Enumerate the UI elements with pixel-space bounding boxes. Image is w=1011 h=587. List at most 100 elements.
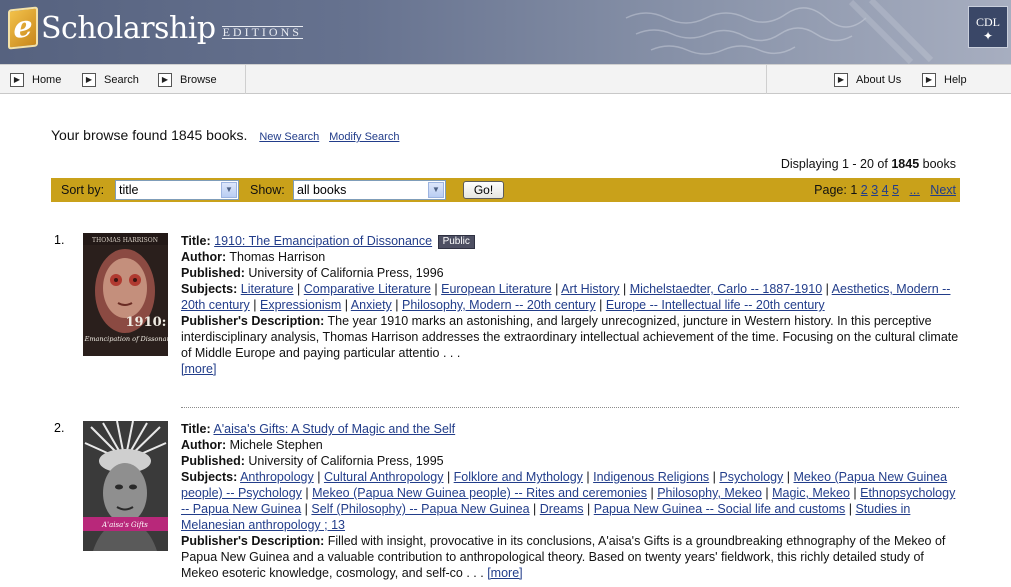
displaying-suffix: books <box>919 157 956 171</box>
author-label: Author: <box>181 438 227 452</box>
subject-link[interactable]: Literature <box>241 282 294 296</box>
subject-link[interactable]: Magic, Mekeo <box>772 486 850 500</box>
subject-link[interactable]: Anxiety <box>351 298 392 312</box>
result-count: 1845 <box>171 127 203 143</box>
book-cover-image[interactable]: THOMAS HARRISON 1910: the Emancipation o… <box>83 233 168 356</box>
published-value: University of California Press, 1995 <box>248 454 444 468</box>
cdl-logo-text: CDL <box>976 15 1000 29</box>
subjects-list: Subjects: Anthropology | Cultural Anthro… <box>181 470 956 532</box>
subject-link[interactable]: Indigenous Religions <box>593 470 709 484</box>
subject-link[interactable]: Cultural Anthropology <box>324 470 444 484</box>
sort-bar: Sort by: title ▼ Show: all books ▼ Go! P… <box>51 178 960 202</box>
subject-link[interactable]: Papua New Guinea -- Social life and cust… <box>594 502 846 516</box>
current-page: 1 <box>850 183 858 197</box>
author-label: Author: <box>181 250 227 264</box>
nav-home[interactable]: ▶ Home <box>10 71 61 88</box>
book-title-link[interactable]: A'aisa's Gifts: A Study of Magic and the… <box>213 422 455 436</box>
header-banner: e Scholarship EDITIONS CDL ✦ <box>0 0 1011 64</box>
subject-link[interactable]: Folklore and Mythology <box>454 470 583 484</box>
subject-link[interactable]: Dreams <box>540 502 584 516</box>
page-link[interactable]: 5 <box>892 183 899 197</box>
description-label: Publisher's Description: <box>181 314 325 328</box>
result-divider <box>181 407 959 408</box>
arrow-right-icon: ▶ <box>158 72 172 87</box>
nav-about-us-label: About Us <box>856 73 902 86</box>
subject-link[interactable]: Art History <box>561 282 619 296</box>
more-link[interactable]: [more] <box>487 566 522 580</box>
displaying-range: Displaying 1 - 20 of 1845 books <box>781 157 956 171</box>
logo-subtitle: EDITIONS <box>221 24 303 39</box>
nav-search[interactable]: ▶ Search <box>82 71 139 88</box>
next-page-link[interactable]: Next <box>930 183 956 197</box>
displaying-total: 1845 <box>891 157 920 171</box>
description-label: Publisher's Description: <box>181 534 325 548</box>
subject-link[interactable]: Anthropology <box>240 470 314 484</box>
arrow-right-icon: ▶ <box>834 72 848 87</box>
arrow-right-icon: ▶ <box>922 72 936 87</box>
subjects-list: Subjects: Literature | Comparative Liter… <box>181 282 951 312</box>
cover-title-big: 1910: <box>126 315 167 330</box>
cover-title-small: the Emancipation of Dissonance <box>83 335 168 343</box>
nav-about-us[interactable]: ▶ About Us <box>834 71 901 88</box>
nav-browse-label: Browse <box>180 73 217 86</box>
arrow-right-icon: ▶ <box>82 72 96 87</box>
cdl-logo[interactable]: CDL ✦ <box>968 6 1008 48</box>
more-link[interactable]: [more] <box>181 362 216 376</box>
chevron-down-icon[interactable]: ▼ <box>221 182 237 198</box>
show-select[interactable]: all books ▼ <box>293 180 446 200</box>
nav-divider <box>245 65 246 94</box>
displaying-prefix: Displaying 1 - 20 of <box>780 157 892 171</box>
pagination: Page: 1 2 3 4 5 ... Next <box>814 183 956 197</box>
subject-link[interactable]: Comparative Literature <box>304 282 431 296</box>
subject-link[interactable]: Philosophy, Modern -- 20th century <box>402 298 596 312</box>
title-label: Title: <box>181 234 211 248</box>
nav-home-label: Home <box>32 73 62 86</box>
manuscript-background <box>625 0 934 64</box>
summary-suffix: books. <box>202 127 248 143</box>
subjects-label: Subjects: <box>181 282 238 296</box>
nav-search-label: Search <box>104 73 139 86</box>
subjects-label: Subjects: <box>181 470 238 484</box>
new-search-link[interactable]: New Search <box>259 131 319 143</box>
page-link[interactable]: 4 <box>882 183 889 197</box>
public-badge: Public <box>437 235 475 249</box>
page-link[interactable]: 3 <box>871 183 878 197</box>
subject-link[interactable]: Michelstaedter, Carlo -- 1887-1910 <box>630 282 822 296</box>
cover-title-small: A'aisa's Gifts <box>101 521 148 529</box>
nav-divider <box>766 65 767 94</box>
subject-link[interactable]: European Literature <box>441 282 552 296</box>
nav-help[interactable]: ▶ Help <box>922 71 967 88</box>
nav-browse[interactable]: ▶ Browse <box>158 71 217 88</box>
page-link[interactable]: 2 <box>861 183 868 197</box>
result-details: Title: 1910: The Emancipation of Dissona… <box>181 233 961 377</box>
more-pages-link[interactable]: ... <box>909 183 919 197</box>
subject-link[interactable]: Self (Philosophy) -- Papua New Guinea <box>311 502 529 516</box>
subject-link[interactable]: Psychology <box>719 470 783 484</box>
go-button[interactable]: Go! <box>463 181 504 199</box>
subject-link[interactable]: Expressionism <box>260 298 341 312</box>
summary-prefix: Your browse found <box>51 127 172 143</box>
result-number: 1. <box>54 233 65 247</box>
author-value: Michele Stephen <box>229 438 323 452</box>
published-label: Published: <box>181 266 245 280</box>
sort-by-value: title <box>119 183 139 197</box>
cdl-star-icon: ✦ <box>982 29 994 43</box>
book-cover-image[interactable]: A'aisa's Gifts <box>83 421 168 551</box>
book-title-link[interactable]: 1910: The Emancipation of Dissonance <box>214 234 432 248</box>
result-details: Title: A'aisa's Gifts: A Study of Magic … <box>181 421 961 581</box>
subject-link[interactable]: Europe -- Intellectual life -- 20th cent… <box>606 298 825 312</box>
scholarship-editions-logo[interactable]: e Scholarship EDITIONS <box>8 3 303 53</box>
page-label: Page: <box>814 183 847 197</box>
nav-bar: ▶ Home ▶ Search ▶ Browse ▶ About Us ▶ He… <box>0 64 1011 94</box>
published-value: University of California Press, 1996 <box>248 266 444 280</box>
show-label: Show: <box>250 183 285 197</box>
nav-help-label: Help <box>944 73 967 86</box>
chevron-down-icon[interactable]: ▼ <box>428 182 444 198</box>
modify-search-link[interactable]: Modify Search <box>329 131 399 143</box>
arrow-right-icon: ▶ <box>10 72 24 87</box>
author-value: Thomas Harrison <box>229 250 326 264</box>
subject-link[interactable]: Philosophy, Mekeo <box>657 486 762 500</box>
sort-by-label: Sort by: <box>61 183 105 197</box>
sort-by-select[interactable]: title ▼ <box>115 180 239 200</box>
subject-link[interactable]: Mekeo (Papua New Guinea people) -- Rites… <box>312 486 647 500</box>
